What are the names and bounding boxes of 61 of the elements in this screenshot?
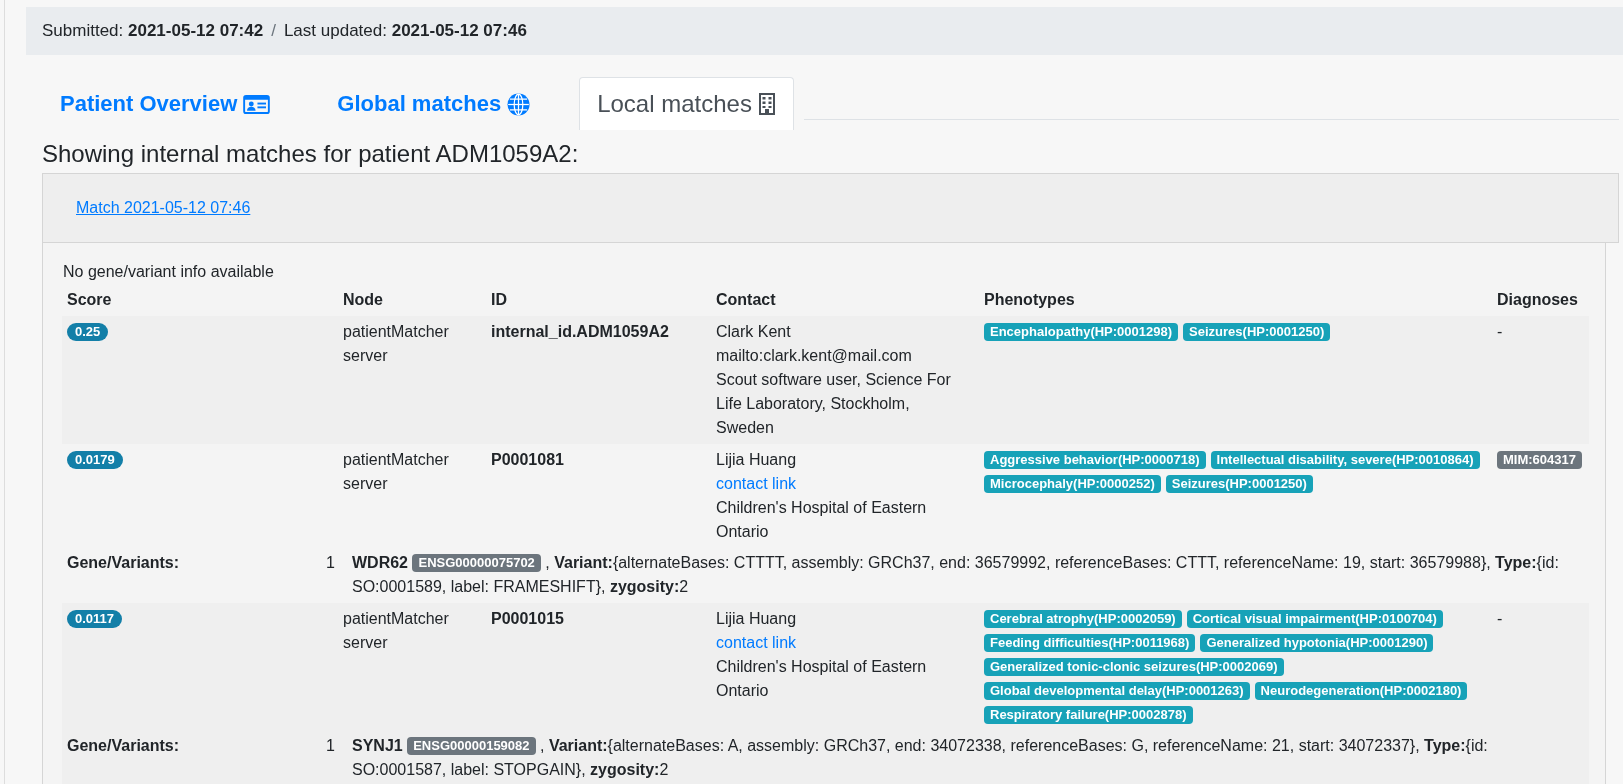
patient-id: internal_id.ADM1059A2 bbox=[491, 323, 669, 340]
phenotype-badge: Cortical visual impairment(HP:0100704) bbox=[1186, 610, 1443, 628]
contact-institution: Scout software user, Science For Life Laboratory, Stockholm, Sweden bbox=[716, 371, 951, 436]
column-header: Diagnoses bbox=[1497, 291, 1578, 308]
page-heading: Showing internal matches for patient ADM1059A2: bbox=[42, 139, 580, 168]
phenotype-badge: Global developmental delay(HP:0001263) bbox=[984, 682, 1250, 700]
tab[interactable]: Local matches bbox=[579, 77, 794, 130]
gene-id-badge: ENSG00000075702 bbox=[412, 554, 541, 572]
info-text: No gene/variant info available bbox=[63, 263, 274, 280]
contact-link[interactable]: contact link bbox=[716, 475, 797, 492]
contact-name: Lijia Huang bbox=[716, 610, 797, 627]
contact-name: Clark Kent bbox=[716, 323, 791, 340]
variant-details: WDR62 ENSG00000075702 , Variant:{alternateBases: CTTTT, assembly: GRCh37, end: 36579992, referenceBases: CTTT, referenceName: 19, start: 36579988}, Type:{id: SO:0001589, label: FRAMESHIFT}, zygosity:2 bbox=[352, 553, 1560, 597]
phenotype-badge: Generalized tonic-clonic seizures(HP:0002069) bbox=[984, 658, 1284, 676]
diagnosis-text: - bbox=[1497, 323, 1503, 340]
node-name: patientMatcher server bbox=[343, 451, 449, 492]
match-link[interactable]: Match 2021-05-12 07:46 bbox=[76, 199, 251, 216]
id-card-icon bbox=[243, 94, 271, 114]
contact-link[interactable]: contact link bbox=[716, 634, 797, 651]
node-name: patientMatcher server bbox=[343, 323, 449, 364]
column-header: Contact bbox=[716, 291, 776, 308]
phenotype-badge: Encephalopathy(HP:0001298) bbox=[984, 323, 1179, 341]
score-badge: 0.25 bbox=[67, 323, 109, 341]
diagnosis-badge: MIM:604317 bbox=[1497, 451, 1582, 469]
score-badge: 0.0117 bbox=[67, 610, 123, 628]
patient-id: P0001015 bbox=[491, 610, 564, 627]
column-header: Phenotypes bbox=[984, 291, 1075, 308]
contact-institution: Children's Hospital of Eastern Ontario bbox=[716, 658, 927, 699]
gene-variants-label: Gene/Variants: bbox=[67, 737, 180, 754]
variant-number: 1 bbox=[326, 554, 335, 571]
node-name: patientMatcher server bbox=[343, 610, 449, 651]
phenotype-badge: Feeding difficulties(HP:0011968) bbox=[984, 634, 1196, 652]
phenotype-badge: Neurodegeneration(HP:0002180) bbox=[1254, 682, 1468, 700]
phenotype-badge: Generalized hypotonia(HP:0001290) bbox=[1200, 634, 1434, 652]
variant-details: SYNJ1 ENSG00000159082 , Variant:{alternateBases: A, assembly: GRCh37, end: 34072338, referenceBases: G, referenceName: 21, start: 34072337}, Type:{id: SO:0001587, label: STOPGAIN}, zygosity:2 bbox=[352, 736, 1489, 780]
timestamp: Submitted: 2021-05-12 07:42 bbox=[42, 20, 264, 42]
tab[interactable]: Global matches bbox=[319, 77, 549, 130]
timestamp: Last updated: 2021-05-12 07:46 bbox=[283, 20, 527, 42]
building-icon bbox=[757, 93, 776, 115]
phenotype-badge: Microcephaly(HP:0000252) bbox=[984, 475, 1161, 493]
column-header: ID bbox=[491, 291, 507, 308]
contact-email: mailto:clark.kent@mail.com bbox=[716, 347, 912, 364]
phenotype-badge: Aggressive behavior(HP:0000718) bbox=[984, 451, 1206, 469]
variant-number: 1 bbox=[326, 737, 335, 754]
patient-id: P0001081 bbox=[491, 451, 564, 468]
breadcrumb-separator: / bbox=[270, 20, 277, 42]
column-header: Score bbox=[67, 291, 112, 308]
diagnosis-text: - bbox=[1497, 610, 1503, 627]
globe-icon bbox=[507, 92, 531, 116]
score-badge: 0.0179 bbox=[67, 451, 123, 469]
gene-id-badge: ENSG00000159082 bbox=[407, 737, 536, 755]
tab[interactable]: Patient Overview bbox=[42, 77, 289, 130]
contact-name: Lijia Huang bbox=[716, 451, 797, 468]
contact-institution: Children's Hospital of Eastern Ontario bbox=[716, 499, 927, 540]
phenotype-badge: Cerebral atrophy(HP:0002059) bbox=[984, 610, 1182, 628]
phenotype-badge: Respiratory failure(HP:0002878) bbox=[984, 706, 1193, 724]
phenotype-badge: Seizures(HP:0001250) bbox=[1183, 323, 1331, 341]
phenotype-badge: Intellectual disability, severe(HP:0010864) bbox=[1210, 451, 1480, 469]
gene-variants-label: Gene/Variants: bbox=[67, 554, 180, 571]
column-header: Node bbox=[343, 291, 383, 308]
phenotype-badge: Seizures(HP:0001250) bbox=[1165, 475, 1313, 493]
